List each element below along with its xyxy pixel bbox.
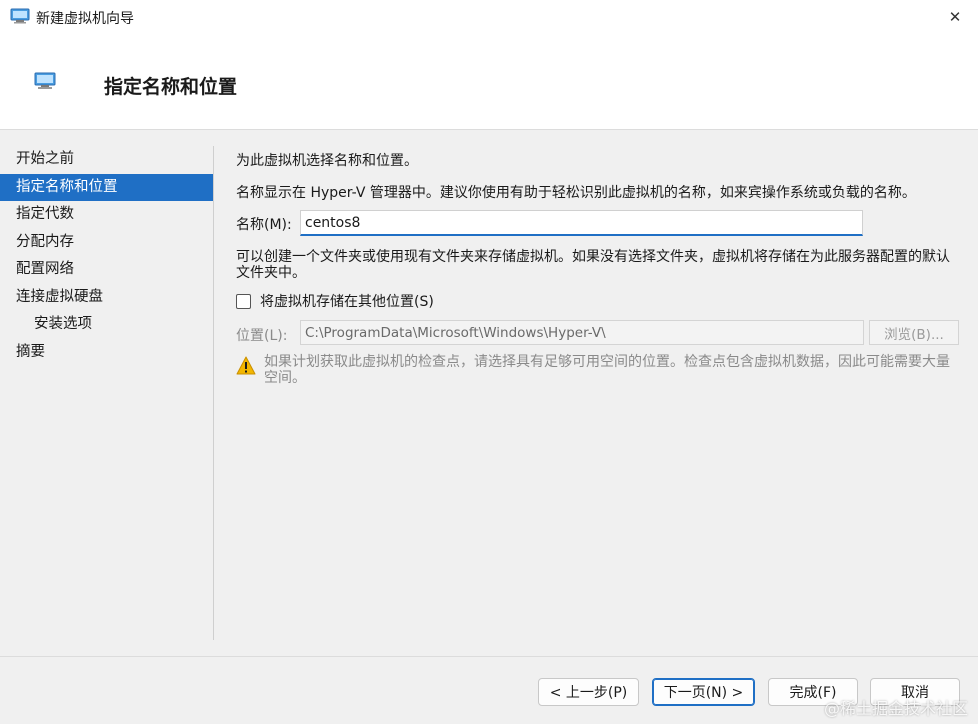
browse-button[interactable]: 浏览(B)... — [869, 320, 959, 345]
next-button[interactable]: 下一页(N) > — [652, 678, 755, 706]
store-elsewhere-option[interactable]: 将虚拟机存储在其他位置(S) — [236, 291, 434, 311]
name-label: 名称(M): — [236, 217, 292, 233]
nav-item-virtual-disk[interactable]: 连接虚拟硬盘 — [0, 284, 213, 312]
close-icon: ✕ — [948, 8, 962, 26]
intro-text: 为此虚拟机选择名称和位置。 — [236, 153, 418, 169]
description-text: 名称显示在 Hyper-V 管理器中。建议你使用有助于轻松识别此虚拟机的名称，如… — [236, 185, 916, 201]
warning-text: 如果计划获取此虚拟机的检查点，请选择具有足够可用空间的位置。检查点包含虚拟机数据… — [264, 354, 950, 386]
window-title: 新建虚拟机向导 — [36, 11, 134, 27]
hyper-v-monitor-icon — [34, 72, 56, 89]
watermark: @稀土掘金技术社区 — [823, 699, 968, 718]
folder-info-text: 可以创建一个文件夹或使用现有文件夹来存储虚拟机。如果没有选择文件夹，虚拟机将存储… — [236, 249, 950, 281]
close-button[interactable]: ✕ — [932, 0, 978, 34]
nav-item-install-options[interactable]: 安装选项 — [0, 311, 213, 339]
nav-item-memory[interactable]: 分配内存 — [0, 229, 213, 257]
name-input[interactable] — [300, 210, 863, 236]
location-label: 位置(L): — [236, 328, 288, 344]
hyper-v-monitor-icon — [10, 8, 30, 24]
warning-icon — [236, 356, 256, 375]
nav-item-name-and-location[interactable]: 指定名称和位置 — [0, 173, 213, 201]
page-title: 指定名称和位置 — [104, 76, 238, 98]
previous-button[interactable]: < 上一步(P) — [538, 678, 639, 706]
store-elsewhere-label: 将虚拟机存储在其他位置(S) — [260, 294, 434, 310]
nav-item-before-you-begin[interactable]: 开始之前 — [0, 146, 213, 174]
nav-item-generation[interactable]: 指定代数 — [0, 201, 213, 229]
title-bar: 新建虚拟机向导 ✕ — [0, 0, 978, 34]
wizard-header: 指定名称和位置 — [0, 34, 978, 130]
nav-item-summary[interactable]: 摘要 — [0, 339, 213, 367]
store-elsewhere-checkbox[interactable] — [236, 293, 251, 309]
location-input[interactable] — [300, 320, 864, 345]
wizard-steps-nav: 开始之前 指定名称和位置 指定代数 分配内存 配置网络 连接虚拟硬盘 安装选项 … — [0, 146, 214, 640]
nav-item-network[interactable]: 配置网络 — [0, 256, 213, 284]
